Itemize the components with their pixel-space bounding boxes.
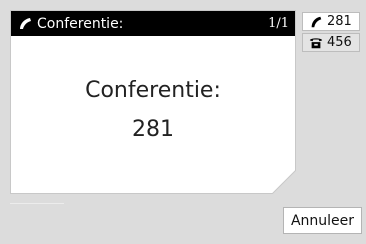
call-count: 1/1 bbox=[268, 16, 289, 31]
phone-screen: Conferentie: 1/1 Conferentie: 281 281 45… bbox=[0, 0, 366, 244]
conference-label: Conferentie: bbox=[85, 78, 221, 103]
call-body: Conferentie: 281 bbox=[11, 36, 295, 194]
line-number: 456 bbox=[327, 35, 352, 50]
line-number: 281 bbox=[327, 14, 352, 29]
conference-number: 281 bbox=[132, 117, 174, 142]
line-tab-456[interactable]: 456 bbox=[302, 33, 360, 52]
cancel-button[interactable]: Annuleer bbox=[283, 207, 362, 234]
call-header-title: Conferentie: bbox=[37, 15, 124, 32]
conference-call-panel: Conferentie: 1/1 Conferentie: 281 bbox=[10, 10, 296, 194]
desk-phone-icon bbox=[309, 36, 323, 50]
handset-icon bbox=[17, 16, 33, 32]
handset-icon bbox=[309, 15, 323, 29]
call-header: Conferentie: 1/1 bbox=[11, 11, 295, 36]
line-tab-281[interactable]: 281 bbox=[302, 12, 360, 31]
divider bbox=[10, 203, 64, 204]
